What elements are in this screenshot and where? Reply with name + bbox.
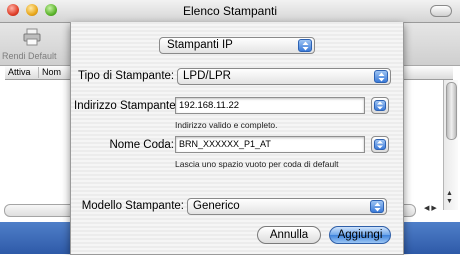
printer-address-value: 192.168.11.22 bbox=[179, 100, 240, 111]
address-hint: Indirizzo valido e completo. bbox=[175, 120, 278, 130]
address-history-button[interactable] bbox=[371, 97, 389, 114]
queue-history-button[interactable] bbox=[371, 136, 389, 153]
printer-type-label: Tipo di Stampante: bbox=[78, 70, 175, 82]
queue-name-value: BRN_XXXXXX_P1_AT bbox=[179, 139, 271, 149]
printer-address-label: Indirizzo Stampante: bbox=[74, 100, 179, 112]
printer-address-field[interactable]: 192.168.11.22 bbox=[175, 97, 365, 114]
title-bar: Elenco Stampanti bbox=[0, 0, 460, 23]
popup-arrows-icon bbox=[370, 200, 384, 213]
printer-type-popup[interactable]: LPD/LPR bbox=[177, 68, 391, 85]
window-title: Elenco Stampanti bbox=[182, 4, 278, 18]
vertical-scrollbar[interactable]: ▲ ▼ bbox=[443, 80, 458, 210]
queue-name-label: Nome Coda: bbox=[109, 139, 174, 151]
popup-arrows-icon bbox=[298, 39, 312, 52]
horizontal-scroll-arrows-icon[interactable]: ◀ ▶ bbox=[424, 204, 437, 212]
printer-icon[interactable] bbox=[22, 28, 42, 46]
add-printer-sheet: Stampanti IP Tipo di Stampante: LPD/LPR … bbox=[70, 22, 404, 255]
printer-model-value: Generico bbox=[193, 200, 240, 212]
vertical-scroll-thumb[interactable] bbox=[446, 82, 457, 140]
queue-hint: Lascia uno spazio vuoto per coda di defa… bbox=[175, 159, 339, 169]
popup-arrows-icon bbox=[374, 70, 388, 83]
connection-type-popup[interactable]: Stampanti IP bbox=[159, 37, 315, 54]
printer-type-value: LPD/LPR bbox=[183, 70, 231, 82]
add-button[interactable]: Aggiungi bbox=[329, 226, 391, 244]
printer-model-popup[interactable]: Generico bbox=[187, 198, 387, 215]
make-default-label[interactable]: Rendi Default bbox=[2, 51, 57, 61]
scroll-arrows-icon[interactable]: ▲ ▼ bbox=[446, 190, 453, 206]
cancel-button[interactable]: Annulla bbox=[257, 226, 321, 244]
queue-name-field[interactable]: BRN_XXXXXX_P1_AT bbox=[175, 136, 365, 153]
toolbar-toggle-button[interactable] bbox=[430, 5, 452, 17]
connection-type-value: Stampanti IP bbox=[167, 39, 233, 51]
column-header-active[interactable]: Attiva bbox=[5, 67, 39, 78]
printer-model-label: Modello Stampante: bbox=[81, 200, 184, 212]
